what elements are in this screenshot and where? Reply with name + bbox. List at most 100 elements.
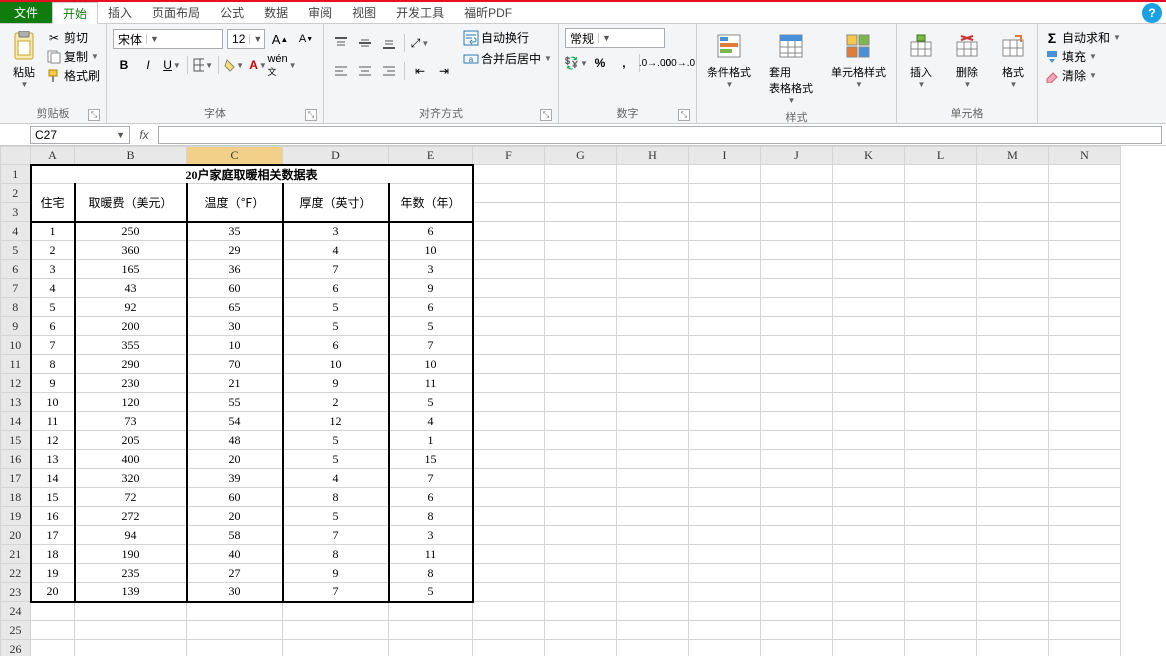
cell-I17[interactable] <box>689 469 761 488</box>
data-cell[interactable]: 5 <box>283 507 389 526</box>
cell-G4[interactable] <box>545 222 617 241</box>
data-cell[interactable]: 6 <box>389 222 473 241</box>
data-cell[interactable]: 8 <box>283 545 389 564</box>
cell-H26[interactable] <box>617 640 689 657</box>
data-cell[interactable]: 6 <box>283 279 389 298</box>
data-cell[interactable]: 1 <box>31 222 75 241</box>
cell-L5[interactable] <box>905 241 977 260</box>
cell-I13[interactable] <box>689 393 761 412</box>
cell-H15[interactable] <box>617 431 689 450</box>
data-cell[interactable]: 30 <box>187 583 283 602</box>
cell-F9[interactable] <box>473 317 545 336</box>
data-cell[interactable]: 3 <box>389 526 473 545</box>
data-cell[interactable]: 10 <box>389 241 473 260</box>
row-header-20[interactable]: 20 <box>1 526 31 545</box>
cell-N18[interactable] <box>1049 488 1121 507</box>
row-header-2[interactable]: 2 <box>1 184 31 203</box>
data-cell[interactable]: 8 <box>283 488 389 507</box>
cell-H6[interactable] <box>617 260 689 279</box>
column-header-D[interactable]: D <box>283 147 389 165</box>
wrap-text-button[interactable]: 自动换行 <box>463 28 552 47</box>
cell-K20[interactable] <box>833 526 905 545</box>
insert-cells-button[interactable]: 插入▼ <box>903 28 939 91</box>
cell-L1[interactable] <box>905 165 977 184</box>
cell-M8[interactable] <box>977 298 1049 317</box>
cell-G25[interactable] <box>545 621 617 640</box>
row-header-17[interactable]: 17 <box>1 469 31 488</box>
align-left-button[interactable] <box>330 60 352 82</box>
row-header-24[interactable]: 24 <box>1 602 31 621</box>
data-cell[interactable]: 5 <box>283 317 389 336</box>
cell-N1[interactable] <box>1049 165 1121 184</box>
table-title[interactable]: 20户家庭取暖相关数据表 <box>31 165 473 184</box>
cell-N15[interactable] <box>1049 431 1121 450</box>
cell-G18[interactable] <box>545 488 617 507</box>
data-cell[interactable]: 21 <box>187 374 283 393</box>
data-cell[interactable]: 15 <box>31 488 75 507</box>
tab-home[interactable]: 开始 <box>52 2 98 24</box>
comma-button[interactable]: , <box>613 52 635 74</box>
cell-F1[interactable] <box>473 165 545 184</box>
data-cell[interactable]: 60 <box>187 488 283 507</box>
cell-I5[interactable] <box>689 241 761 260</box>
cell-N13[interactable] <box>1049 393 1121 412</box>
data-cell[interactable]: 10 <box>389 355 473 374</box>
cell-K11[interactable] <box>833 355 905 374</box>
row-header-7[interactable]: 7 <box>1 279 31 298</box>
cell-I4[interactable] <box>689 222 761 241</box>
cell-D24[interactable] <box>283 602 389 621</box>
cell-L15[interactable] <box>905 431 977 450</box>
cell-J17[interactable] <box>761 469 833 488</box>
fx-icon[interactable]: fx <box>134 128 154 142</box>
data-cell[interactable]: 92 <box>75 298 187 317</box>
select-all-corner[interactable] <box>1 147 31 165</box>
cell-F13[interactable] <box>473 393 545 412</box>
cell-M11[interactable] <box>977 355 1049 374</box>
data-cell[interactable]: 200 <box>75 317 187 336</box>
data-cell[interactable]: 9 <box>389 279 473 298</box>
cell-L25[interactable] <box>905 621 977 640</box>
data-cell[interactable]: 12 <box>283 412 389 431</box>
cell-F5[interactable] <box>473 241 545 260</box>
cell-H13[interactable] <box>617 393 689 412</box>
align-middle-button[interactable] <box>354 32 376 54</box>
cell-H22[interactable] <box>617 564 689 583</box>
row-header-18[interactable]: 18 <box>1 488 31 507</box>
data-cell[interactable]: 10 <box>187 336 283 355</box>
cell-J20[interactable] <box>761 526 833 545</box>
cell-L14[interactable] <box>905 412 977 431</box>
data-cell[interactable]: 43 <box>75 279 187 298</box>
cell-N24[interactable] <box>1049 602 1121 621</box>
column-header-B[interactable]: B <box>75 147 187 165</box>
cell-E26[interactable] <box>389 640 473 657</box>
merge-center-button[interactable]: a合并后居中▼ <box>463 49 552 68</box>
row-header-1[interactable]: 1 <box>1 165 31 184</box>
cell-G10[interactable] <box>545 336 617 355</box>
cell-J9[interactable] <box>761 317 833 336</box>
cell-J24[interactable] <box>761 602 833 621</box>
cell-G2[interactable] <box>545 184 617 203</box>
data-cell[interactable]: 400 <box>75 450 187 469</box>
cell-M26[interactable] <box>977 640 1049 657</box>
column-header-H[interactable]: H <box>617 147 689 165</box>
cell-G14[interactable] <box>545 412 617 431</box>
cell-H3[interactable] <box>617 203 689 222</box>
cell-I7[interactable] <box>689 279 761 298</box>
data-cell[interactable]: 9 <box>283 374 389 393</box>
cell-H21[interactable] <box>617 545 689 564</box>
cell-F6[interactable] <box>473 260 545 279</box>
cell-J4[interactable] <box>761 222 833 241</box>
cell-J2[interactable] <box>761 184 833 203</box>
cell-I19[interactable] <box>689 507 761 526</box>
row-header-8[interactable]: 8 <box>1 298 31 317</box>
cell-J18[interactable] <box>761 488 833 507</box>
cell-I8[interactable] <box>689 298 761 317</box>
cell-F16[interactable] <box>473 450 545 469</box>
cell-J19[interactable] <box>761 507 833 526</box>
row-header-5[interactable]: 5 <box>1 241 31 260</box>
cell-K14[interactable] <box>833 412 905 431</box>
column-header-K[interactable]: K <box>833 147 905 165</box>
data-cell[interactable]: 5 <box>283 298 389 317</box>
format-painter-button[interactable]: 格式刷 <box>46 66 100 85</box>
cell-M5[interactable] <box>977 241 1049 260</box>
